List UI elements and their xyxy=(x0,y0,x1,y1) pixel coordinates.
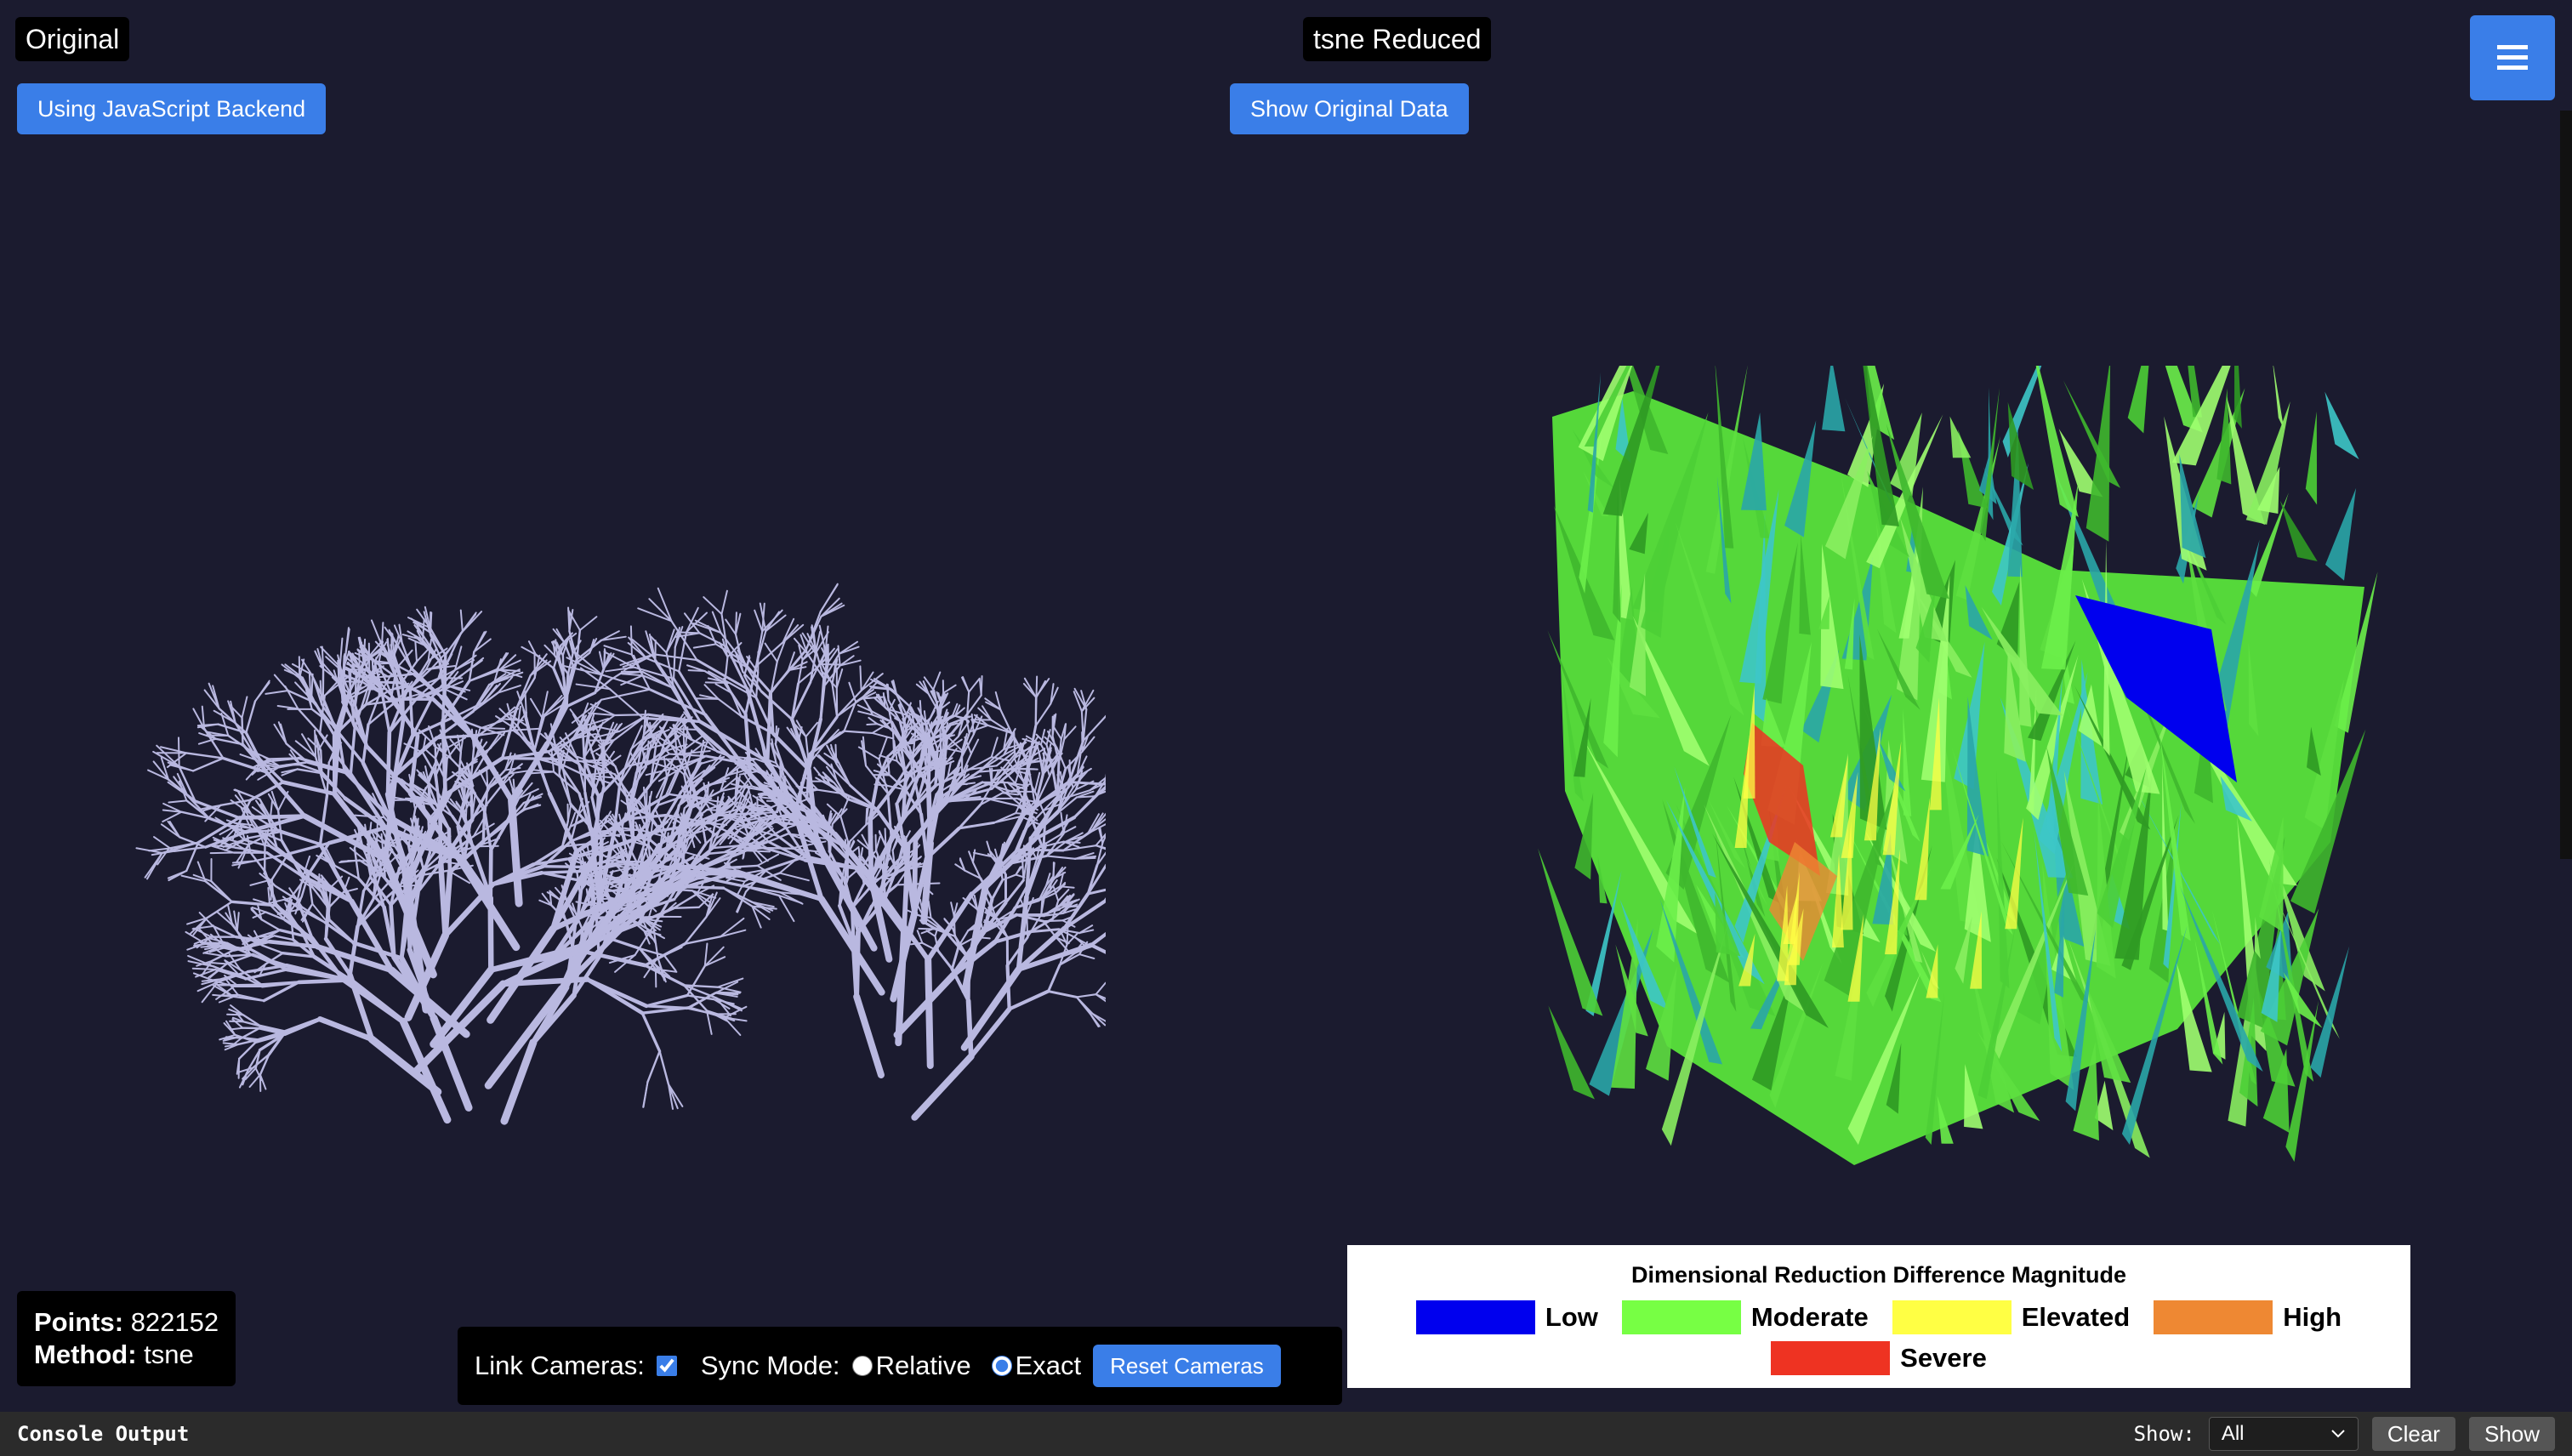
legend-swatch xyxy=(2154,1300,2273,1334)
console-show-label: Show: xyxy=(2133,1422,2195,1446)
legend-swatch xyxy=(1415,1300,1535,1334)
reduced-3d-viewport[interactable] xyxy=(1514,214,2398,1182)
console-clear-button[interactable]: Clear xyxy=(2371,1417,2455,1451)
legend-items: Low Moderate Elevated High Severe xyxy=(1347,1300,2410,1375)
reduced-panel-title: tsne Reduced xyxy=(1303,17,1492,61)
legend-swatch xyxy=(1771,1341,1891,1375)
relative-radio[interactable] xyxy=(851,1356,873,1376)
legend-item: Low xyxy=(1415,1300,1598,1334)
menu-button[interactable] xyxy=(2470,15,2555,100)
relative-label: Relative xyxy=(875,1351,971,1380)
legend-item: Moderate xyxy=(1621,1300,1869,1334)
legend-item: Elevated xyxy=(1892,1300,2131,1334)
exact-label: Exact xyxy=(1015,1351,1082,1380)
legend-label: High xyxy=(2283,1302,2342,1332)
chevron-down-icon xyxy=(2331,1430,2345,1438)
points-value: 822152 xyxy=(130,1307,219,1337)
right-scrollbar[interactable] xyxy=(2560,111,2572,859)
legend-label: Low xyxy=(1545,1302,1598,1332)
sync-exact-option[interactable]: Exact xyxy=(991,1351,1082,1381)
legend-swatch xyxy=(1621,1300,1741,1334)
original-3d-viewport[interactable] xyxy=(128,306,1240,1242)
link-cameras-label: Link Cameras: xyxy=(475,1351,645,1380)
lung-vessel-mesh xyxy=(135,583,1240,1125)
show-original-button[interactable]: Show Original Data xyxy=(1230,83,1469,134)
legend-item: Severe xyxy=(1771,1341,1987,1375)
reset-cameras-button[interactable]: Reset Cameras xyxy=(1093,1345,1281,1387)
exact-radio[interactable] xyxy=(991,1356,1012,1376)
sync-relative-option[interactable]: Relative xyxy=(851,1351,971,1381)
difference-legend: Dimensional Reduction Difference Magnitu… xyxy=(1347,1245,2410,1388)
console-bar: Console Output Show: All Clear Show xyxy=(0,1412,2572,1456)
legend-title: Dimensional Reduction Difference Magnitu… xyxy=(1630,1262,2127,1288)
legend-label: Elevated xyxy=(2021,1302,2131,1332)
console-filter-select[interactable]: All xyxy=(2208,1417,2359,1451)
legend-item: High xyxy=(2154,1300,2342,1334)
legend-label: Severe xyxy=(1900,1343,1987,1373)
stats-box: Points: 822152 Method: tsne xyxy=(17,1291,236,1386)
method-label: Method: xyxy=(34,1339,137,1369)
console-show-button[interactable]: Show xyxy=(2468,1417,2555,1451)
points-label: Points: xyxy=(34,1307,124,1337)
original-panel-title: Original xyxy=(15,17,130,61)
link-cameras-checkbox[interactable] xyxy=(656,1356,677,1376)
backend-button[interactable]: Using JavaScript Backend xyxy=(17,83,327,134)
reduced-mesh xyxy=(1538,214,2378,1165)
console-title: Console Output xyxy=(17,1422,190,1446)
legend-label: Moderate xyxy=(1750,1302,1869,1332)
legend-swatch xyxy=(1892,1300,2012,1334)
hamburger-menu-icon xyxy=(2497,45,2528,70)
console-filter-value: All xyxy=(2221,1422,2245,1445)
sync-mode-label: Sync Mode: xyxy=(700,1351,840,1380)
method-value: tsne xyxy=(144,1339,194,1369)
camera-controls: Link Cameras: Sync Mode: Relative Exact … xyxy=(458,1327,1342,1405)
